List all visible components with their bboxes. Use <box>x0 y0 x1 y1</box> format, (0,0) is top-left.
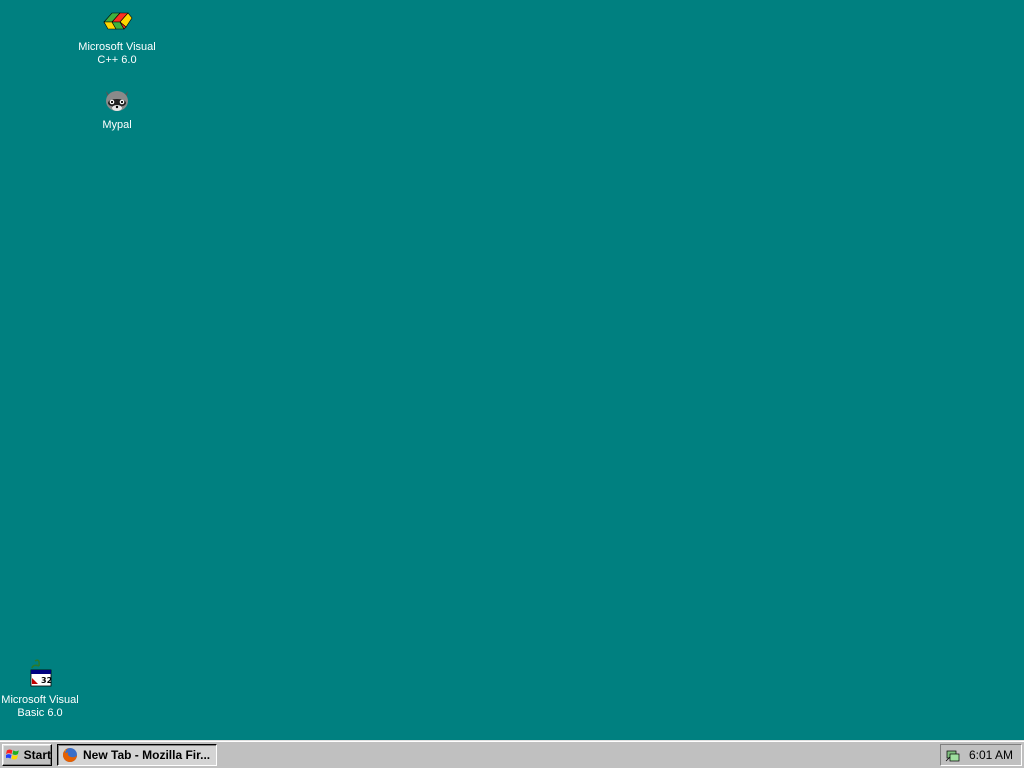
start-button[interactable]: Start <box>2 744 52 766</box>
desktop-icon-visual-basic[interactable]: 32 Microsoft Visual Basic 6.0 <box>0 658 80 720</box>
visual-basic-icon: 32 <box>30 659 52 687</box>
taskbar-button-firefox[interactable]: New Tab - Mozilla Fir... <box>57 744 217 766</box>
desktop-icon-mypal[interactable]: Mypal <box>77 83 157 132</box>
network-tray-icon[interactable] <box>945 747 961 763</box>
mypal-raccoon-icon <box>106 91 128 111</box>
start-label: Start <box>23 748 51 762</box>
visual-cpp-icon <box>103 12 133 30</box>
clock[interactable]: 6:01 AM <box>969 748 1013 762</box>
taskbar-button-label: New Tab - Mozilla Fir... <box>83 748 211 762</box>
svg-text:32: 32 <box>41 676 52 685</box>
desktop-icon-label: Microsoft Visual C++ 6.0 <box>78 41 156 66</box>
system-tray: 6:01 AM <box>940 744 1022 766</box>
firefox-icon <box>63 748 77 762</box>
desktop-icon-label: Mypal <box>102 119 132 131</box>
desktop[interactable]: Microsoft Visual C++ 6.0 Mypal 32 Micros… <box>0 0 1024 740</box>
desktop-icon-visual-cpp[interactable]: Microsoft Visual C++ 6.0 <box>77 5 157 67</box>
taskbar: Start New Tab - Mozilla Fir... 6:01 AM <box>0 740 1024 768</box>
windows-logo-icon <box>6 749 19 760</box>
desktop-icon-label: Microsoft Visual Basic 6.0 <box>1 694 79 719</box>
